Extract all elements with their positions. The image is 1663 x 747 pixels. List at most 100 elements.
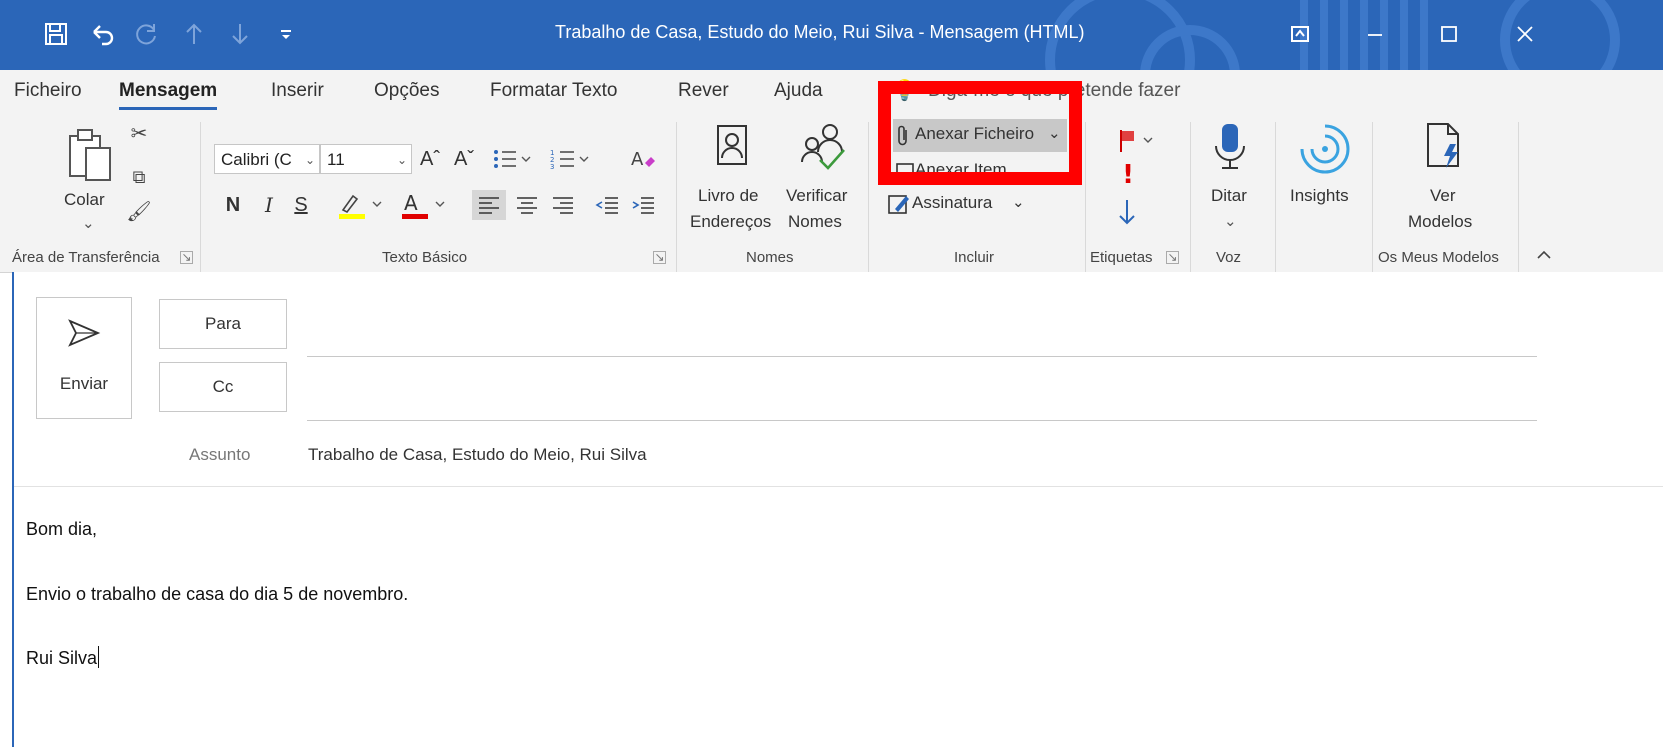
shrink-font-button[interactable]: Aˇ [452,144,476,174]
font-color-button[interactable]: A [396,190,452,220]
chevron-down-icon: ⌄ [1012,194,1025,211]
bold-button[interactable]: N [220,190,246,220]
to-button[interactable]: Para [159,299,287,349]
check-names-label-1: Verificar [786,186,848,205]
dictate-button[interactable]: Ditar ⌄ [1196,122,1266,240]
chevron-up-icon [1537,250,1551,259]
group-label-clipboard: Área de Transferência [12,249,160,266]
paste-dropdown-icon: ⌄ [82,215,95,232]
compose-area: Enviar Para Cc Assunto Trabalho de Casa,… [12,272,1663,747]
font-color-icon: A [402,191,445,219]
floppy-save-icon [45,23,67,45]
dictate-label: Ditar [1211,186,1247,205]
group-label-tags: Etiquetas [1090,249,1153,266]
message-body[interactable]: Bom dia, Envio o trabalho de casa do dia… [14,487,1663,747]
highlighter-icon [339,194,382,219]
title-bar: Trabalho de Casa, Estudo do Meio, Rui Si… [0,0,1663,70]
view-templates-label-2: Modelos [1408,212,1473,231]
ribbon-tabs: Ficheiro Mensagem Inserir Opções Formata… [0,70,1663,114]
view-templates-label-1: Ver [1430,186,1456,205]
increase-indent-button[interactable] [628,190,658,220]
font-size-combobox[interactable]: 11 ⌄ [320,144,412,174]
view-templates-button[interactable]: Ver Modelos [1392,122,1492,240]
window-title: Trabalho de Casa, Estudo do Meio, Rui Si… [555,22,1085,42]
grow-font-button[interactable]: Aˆ [418,144,442,174]
customize-quick-access-button[interactable] [270,14,302,54]
underline-button[interactable]: S [288,190,314,220]
numbering-button[interactable]: 123 [542,144,598,174]
tab-inserir[interactable]: Inserir [271,80,324,102]
tab-opcoes[interactable]: Opções [374,80,439,102]
numbered-list-icon: 123 [550,149,589,171]
font-name-combobox[interactable]: Calibri (C ⌄ [214,144,320,174]
arrow-down-icon [1119,200,1135,225]
body-line-signature: Rui Silva [26,646,100,669]
move-down-button[interactable] [222,14,258,54]
send-button[interactable]: Enviar [36,297,132,419]
insights-button[interactable]: Insights [1284,122,1368,240]
maximize-button[interactable] [1424,12,1474,56]
shrink-font-icon: Aˇ [454,147,474,170]
group-separator [200,122,201,272]
tab-ajuda[interactable]: Ajuda [774,80,823,102]
check-names-label-2: Nomes [788,212,842,231]
align-center-icon [517,197,537,214]
basic-text-launcher-icon[interactable]: ↘ [653,251,666,264]
arrow-up-icon [186,23,202,44]
undo-button[interactable] [83,14,123,54]
collapse-ribbon-button[interactable] [1532,244,1556,264]
chevron-down-icon: ⌄ [396,153,407,167]
align-right-button[interactable] [546,190,580,220]
align-center-button[interactable] [510,190,544,220]
group-separator [1275,122,1276,272]
align-left-button[interactable] [472,190,506,220]
redo-button[interactable] [128,14,164,54]
clear-formatting-button[interactable]: A [626,144,662,174]
chevron-down-icon: ⌄ [304,153,315,167]
paste-label: Colar [64,190,105,209]
minimize-button[interactable] [1350,12,1400,56]
arrow-down-icon [232,24,248,45]
address-book-button[interactable]: Livro de Endereços [688,122,776,240]
font-size-value: 11 [327,150,345,169]
cut-scissors-icon[interactable]: ✂ [126,120,152,146]
cc-button[interactable]: Cc [159,362,287,412]
save-button[interactable] [36,14,76,54]
bullets-button[interactable] [484,144,540,174]
low-importance-button[interactable] [1114,196,1140,228]
to-input[interactable] [307,356,1537,357]
svg-text:A: A [404,191,418,215]
ribbon-display-options-icon [1291,26,1309,42]
move-up-button[interactable] [176,14,212,54]
highlight-color-button[interactable] [334,190,388,220]
format-painter-icon[interactable]: 🖌 [124,198,154,224]
tags-launcher-icon[interactable]: ↘ [1166,251,1179,264]
tab-mensagem[interactable]: Mensagem [119,80,218,110]
signature-button[interactable]: Assinatura ⌄ [886,190,1036,218]
address-book-label-1: Livro de [698,186,759,205]
maximize-icon [1441,26,1457,42]
paste-button[interactable]: Colar ⌄ [50,124,122,234]
close-button[interactable] [1500,12,1550,56]
tab-ficheiro[interactable]: Ficheiro [14,80,82,102]
address-book-label-2: Endereços [690,212,772,231]
subject-input[interactable]: Trabalho de Casa, Estudo do Meio, Rui Si… [308,445,647,465]
clipboard-launcher-icon[interactable]: ↘ [180,251,193,264]
tab-formatar-texto[interactable]: Formatar Texto [490,80,617,102]
highlight-annotation-box [878,81,1082,185]
copy-icon[interactable]: ⧉ [126,164,152,190]
italic-button[interactable]: I [256,190,282,220]
tab-rever[interactable]: Rever [678,80,729,102]
decrease-indent-button[interactable] [592,190,622,220]
grow-font-icon: Aˆ [420,147,440,170]
outlook-message-window: Trabalho de Casa, Estudo do Meio, Rui Si… [0,0,1663,747]
cc-input[interactable] [307,420,1537,421]
align-left-icon [479,197,499,214]
check-names-button[interactable]: Verificar Nomes [780,122,864,240]
insights-icon [1300,124,1350,174]
follow-up-flag-button[interactable] [1113,126,1163,156]
ribbon-display-options-button[interactable] [1278,12,1322,56]
high-importance-button[interactable]: ! [1118,160,1138,190]
align-right-icon [553,197,573,214]
group-label-names: Nomes [746,249,794,266]
